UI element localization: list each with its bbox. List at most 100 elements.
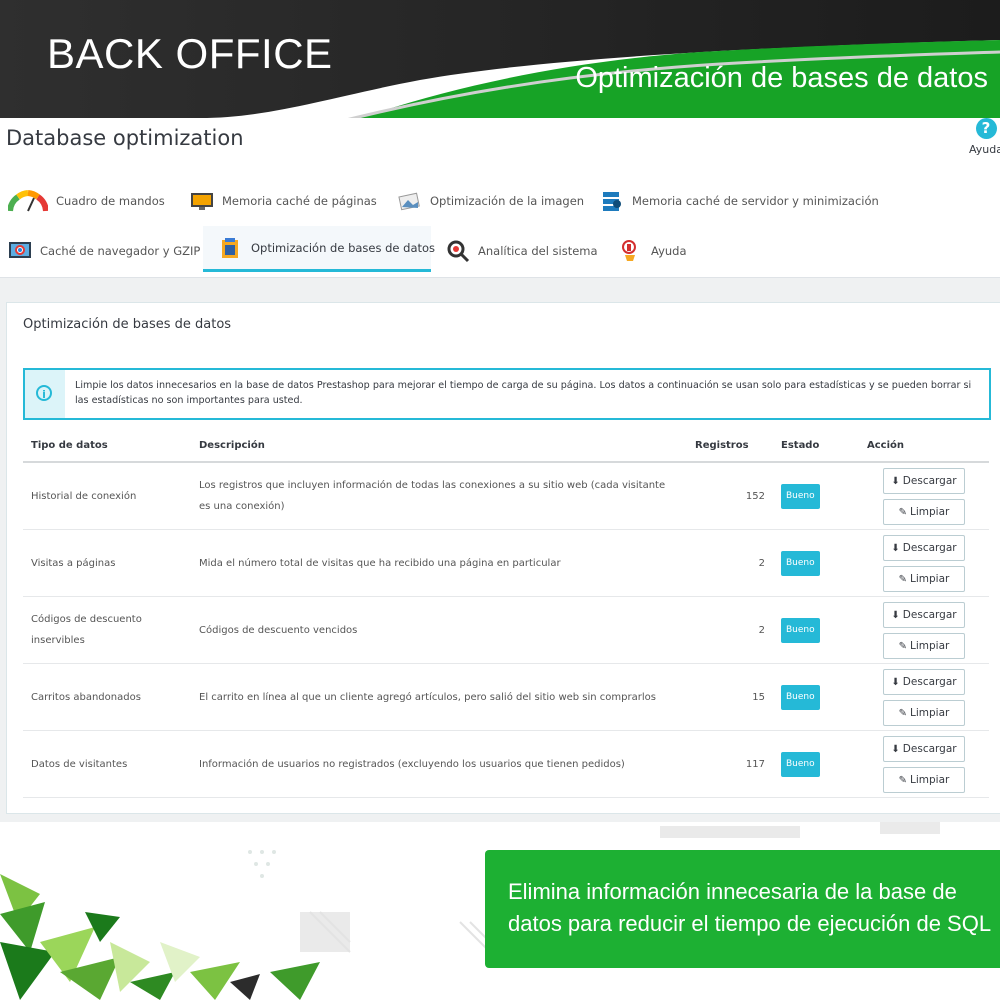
- table-row: Códigos de descuento inservibles Códigos …: [23, 596, 989, 664]
- table-row: Carritos abandonados El carrito en línea …: [23, 663, 989, 731]
- table-row: Datos de visitantes Información de usuari…: [23, 730, 989, 798]
- col-header-description: Descripción: [191, 429, 687, 463]
- cell-actions: ⬇ Descargar ✎ Limpiar: [859, 730, 989, 798]
- cell-description: Los registros que incluyen información d…: [191, 462, 687, 530]
- cell-description: El carrito en línea al que un cliente ag…: [191, 663, 687, 731]
- cell-type: Historial de conexión: [23, 462, 191, 530]
- eraser-icon: ✎: [898, 573, 908, 585]
- status-badge: Bueno: [781, 617, 820, 643]
- browser-icon: [8, 239, 32, 263]
- tab-analitica-sistema[interactable]: Analítica del sistema: [446, 228, 598, 274]
- cell-records: 152: [687, 462, 773, 530]
- promo-text: Elimina información innecesaria de la ba…: [508, 879, 992, 936]
- download-label: Descargar: [902, 474, 957, 487]
- clean-label: Limpiar: [910, 639, 950, 652]
- cell-description: Información de usuarios no registrados (…: [191, 730, 687, 798]
- download-button[interactable]: ⬇ Descargar: [883, 735, 965, 762]
- alert-text: Limpie los datos innecesarios en la base…: [75, 380, 972, 406]
- cell-type: Carritos abandonados: [23, 663, 191, 731]
- cell-actions: ⬇ Descargar ✎ Limpiar: [859, 529, 989, 597]
- help-link[interactable]: ? Ayuda: [966, 118, 1000, 156]
- analytics-icon: [446, 239, 470, 263]
- clean-label: Limpiar: [910, 505, 950, 518]
- tab-cache-navegador[interactable]: Caché de navegador y GZIP: [8, 228, 200, 274]
- table-header-row: Tipo de datos Descripción Registros Esta…: [23, 429, 989, 463]
- db-optimization-panel: Optimización de bases de datos i Limpie …: [6, 302, 1000, 814]
- tab-label: Memoria caché de páginas: [222, 194, 377, 208]
- cell-records: 117: [687, 730, 773, 798]
- clean-button[interactable]: ✎ Limpiar: [883, 632, 965, 659]
- monitor-html-icon: [190, 189, 214, 213]
- banner-title: BACK OFFICE: [47, 30, 333, 77]
- cell-actions: ⬇ Descargar ✎ Limpiar: [859, 596, 989, 664]
- info-icon: i: [36, 385, 52, 401]
- tab-optimizacion-imagen[interactable]: Optimización de la imagen: [398, 178, 584, 224]
- download-label: Descargar: [902, 608, 957, 621]
- download-button[interactable]: ⬇ Descargar: [883, 601, 965, 628]
- clean-button[interactable]: ✎ Limpiar: [883, 565, 965, 592]
- download-label: Descargar: [902, 541, 957, 554]
- tab-memoria-cache-paginas[interactable]: Memoria caché de páginas: [190, 178, 377, 224]
- clean-label: Limpiar: [910, 773, 950, 786]
- page-title: Database optimization: [6, 126, 244, 150]
- table-row: Historial de conexión Los registros que i…: [23, 462, 989, 530]
- server-icon: [600, 189, 624, 213]
- banner-subtitle: Optimización de bases de datos: [575, 62, 988, 94]
- clean-button[interactable]: ✎ Limpiar: [883, 766, 965, 793]
- eraser-icon: ✎: [898, 707, 908, 719]
- clean-label: Limpiar: [910, 572, 950, 585]
- image-icon: [398, 189, 422, 213]
- col-header-records: Registros: [687, 429, 773, 463]
- col-header-status: Estado: [773, 429, 859, 463]
- database-icon: [219, 236, 243, 260]
- clean-label: Limpiar: [910, 706, 950, 719]
- cell-status: Bueno: [773, 596, 859, 664]
- cell-status: Bueno: [773, 462, 859, 530]
- cell-records: 15: [687, 663, 773, 731]
- cell-type: Datos de visitantes: [23, 730, 191, 798]
- top-banner: BACK OFFICE Optimización de bases de dat…: [0, 0, 1000, 130]
- tab-cuadro-de-mandos[interactable]: Cuadro de mandos: [8, 178, 165, 224]
- admin-screen: Database optimization ? Ayuda Cuadro de …: [0, 118, 1000, 822]
- gauge-icon: [8, 189, 48, 213]
- status-badge: Bueno: [781, 483, 820, 509]
- tab-label: Cuadro de mandos: [56, 194, 165, 208]
- download-button[interactable]: ⬇ Descargar: [883, 534, 965, 561]
- alert-icon-box: i: [25, 370, 65, 418]
- tab-label: Memoria caché de servidor y minimización: [632, 194, 879, 208]
- tab-label: Ayuda: [651, 244, 687, 258]
- panel-heading: Optimización de bases de datos: [23, 317, 232, 332]
- status-badge: Bueno: [781, 751, 820, 777]
- cell-actions: ⬇ Descargar ✎ Limpiar: [859, 663, 989, 731]
- tab-memoria-cache-servidor[interactable]: Memoria caché de servidor y minimización: [600, 178, 879, 224]
- tab-label: Optimización de la imagen: [430, 194, 585, 208]
- download-icon: ⬇: [891, 743, 900, 755]
- question-circle-icon: ?: [975, 118, 997, 139]
- cell-description: Mida el número total de visitas que ha r…: [191, 529, 687, 597]
- eraser-icon: ✎: [898, 640, 908, 652]
- download-button[interactable]: ⬇ Descargar: [883, 467, 965, 494]
- eraser-icon: ✎: [898, 774, 908, 786]
- download-icon: ⬇: [891, 475, 900, 487]
- tab-ayuda[interactable]: Ayuda: [619, 228, 687, 274]
- status-badge: Bueno: [781, 684, 820, 710]
- cell-status: Bueno: [773, 529, 859, 597]
- table-row: Visitas a páginas Mida el número total de…: [23, 529, 989, 597]
- cell-type: Códigos de descuento inservibles: [23, 596, 191, 664]
- data-table: Tipo de datos Descripción Registros Esta…: [23, 429, 989, 798]
- help-bulb-icon: [619, 239, 643, 263]
- tab-label: Caché de navegador y GZIP: [40, 244, 201, 258]
- clean-button[interactable]: ✎ Limpiar: [883, 699, 965, 726]
- col-header-action: Acción: [859, 429, 989, 463]
- tab-label: Analítica del sistema: [478, 244, 598, 258]
- info-alert: i Limpie los datos innecesarios en la ba…: [23, 368, 991, 420]
- clean-button[interactable]: ✎ Limpiar: [883, 498, 965, 525]
- tab-bar: Cuadro de mandos Memoria caché de página…: [0, 176, 1000, 278]
- cell-description: Códigos de descuento vencidos: [191, 596, 687, 664]
- tab-optimizacion-bases-datos[interactable]: Optimización de bases de datos: [203, 226, 435, 272]
- help-label: Ayuda: [969, 143, 1000, 156]
- tab-label: Optimización de bases de datos: [251, 240, 436, 255]
- cell-status: Bueno: [773, 663, 859, 731]
- download-button[interactable]: ⬇ Descargar: [883, 668, 965, 695]
- cell-actions: ⬇ Descargar ✎ Limpiar: [859, 462, 989, 530]
